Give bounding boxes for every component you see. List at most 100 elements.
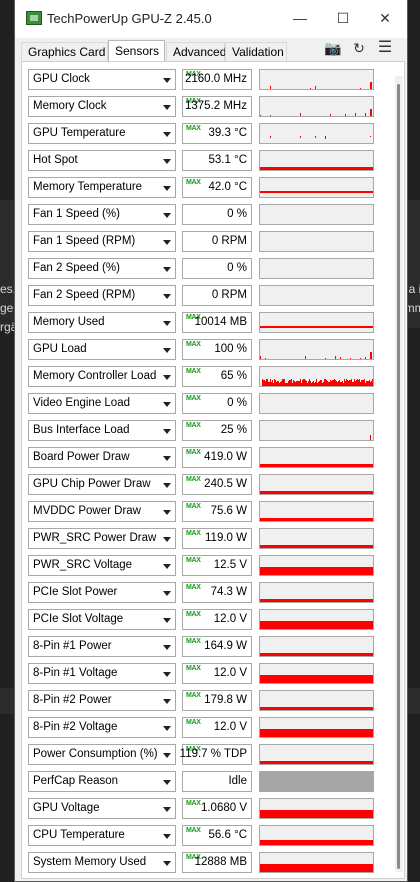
dropdown-arrow-icon[interactable]: [163, 78, 171, 83]
sensor-graph[interactable]: [259, 123, 374, 144]
sensor-graph[interactable]: [259, 825, 374, 846]
sensor-name-select[interactable]: Power Consumption (%): [28, 744, 176, 765]
sensor-name-select[interactable]: GPU Voltage: [28, 798, 176, 819]
dropdown-arrow-icon[interactable]: [163, 375, 171, 380]
sensor-name-select[interactable]: MVDDC Power Draw: [28, 501, 176, 522]
dropdown-arrow-icon[interactable]: [163, 672, 171, 677]
dropdown-arrow-icon[interactable]: [163, 618, 171, 623]
sensor-graph[interactable]: [259, 420, 374, 441]
sensor-graph[interactable]: [259, 528, 374, 549]
tab-sensors[interactable]: Sensors: [108, 40, 165, 62]
dropdown-arrow-icon[interactable]: [163, 564, 171, 569]
dropdown-arrow-icon[interactable]: [163, 834, 171, 839]
dropdown-arrow-icon[interactable]: [163, 294, 171, 299]
dropdown-arrow-icon[interactable]: [163, 753, 171, 758]
sensor-graph[interactable]: [259, 339, 374, 360]
sensor-name-select[interactable]: PCIe Slot Power: [28, 582, 176, 603]
dropdown-arrow-icon[interactable]: [163, 159, 171, 164]
sensor-graph[interactable]: [259, 366, 374, 387]
tab-validation[interactable]: Validation: [225, 42, 287, 61]
sensor-graph[interactable]: [259, 177, 374, 198]
dropdown-arrow-icon[interactable]: [163, 699, 171, 704]
dropdown-arrow-icon[interactable]: [163, 726, 171, 731]
sensor-name-select[interactable]: 8-Pin #2 Power: [28, 690, 176, 711]
dropdown-arrow-icon[interactable]: [163, 456, 171, 461]
dropdown-arrow-icon[interactable]: [163, 483, 171, 488]
sensor-graph[interactable]: [259, 798, 374, 819]
sensor-graph[interactable]: [259, 312, 374, 333]
sensor-graph[interactable]: [259, 501, 374, 522]
sensor-graph[interactable]: [259, 555, 374, 576]
sensor-name-select[interactable]: GPU Temperature: [28, 123, 176, 144]
dropdown-arrow-icon[interactable]: [163, 213, 171, 218]
sensor-name-select[interactable]: GPU Clock: [28, 69, 176, 90]
sensor-graph[interactable]: [259, 258, 374, 279]
sensor-name-select[interactable]: PWR_SRC Voltage: [28, 555, 176, 576]
sensor-name-select[interactable]: Fan 1 Speed (%): [28, 204, 176, 225]
sensor-graph[interactable]: [259, 393, 374, 414]
minimize-icon[interactable]: —: [288, 8, 312, 28]
sensor-graph[interactable]: [259, 744, 374, 765]
camera-icon[interactable]: 📷: [324, 40, 342, 56]
sensor-name-select[interactable]: Memory Used: [28, 312, 176, 333]
sensor-name-select[interactable]: Memory Clock: [28, 96, 176, 117]
sensor-name-select[interactable]: Memory Controller Load: [28, 366, 176, 387]
dropdown-arrow-icon[interactable]: [163, 240, 171, 245]
dropdown-arrow-icon[interactable]: [163, 186, 171, 191]
dropdown-arrow-icon[interactable]: [163, 591, 171, 596]
dropdown-arrow-icon[interactable]: [163, 780, 171, 785]
sensor-graph[interactable]: [259, 150, 374, 171]
sensor-name-select[interactable]: System Memory Used: [28, 852, 176, 873]
sensor-name-select[interactable]: PCIe Slot Voltage: [28, 609, 176, 630]
sensor-graph[interactable]: [259, 285, 374, 306]
sensor-graph[interactable]: [259, 231, 374, 252]
dropdown-arrow-icon[interactable]: [163, 645, 171, 650]
sensor-graph[interactable]: [259, 204, 374, 225]
dropdown-arrow-icon[interactable]: [163, 267, 171, 272]
sensor-graph[interactable]: [259, 771, 374, 792]
sensor-name-select[interactable]: Board Power Draw: [28, 447, 176, 468]
sensor-name-select[interactable]: GPU Chip Power Draw: [28, 474, 176, 495]
sensor-graph[interactable]: [259, 663, 374, 684]
scrollbar-thumb[interactable]: [397, 84, 400, 869]
tab-advanced[interactable]: Advanced: [166, 42, 226, 61]
sensor-name-select[interactable]: PerfCap Reason: [28, 771, 176, 792]
sensor-graph[interactable]: [259, 636, 374, 657]
dropdown-arrow-icon[interactable]: [163, 861, 171, 866]
menu-icon[interactable]: ☰: [376, 40, 394, 56]
sensor-name-select[interactable]: Fan 1 Speed (RPM): [28, 231, 176, 252]
sensor-name-select[interactable]: 8-Pin #2 Voltage: [28, 717, 176, 738]
sensor-graph[interactable]: [259, 96, 374, 117]
sensor-graph[interactable]: [259, 447, 374, 468]
sensor-graph[interactable]: [259, 690, 374, 711]
close-icon[interactable]: ✕: [373, 8, 397, 28]
sensor-name-select[interactable]: Hot Spot: [28, 150, 176, 171]
dropdown-arrow-icon[interactable]: [163, 402, 171, 407]
dropdown-arrow-icon[interactable]: [163, 321, 171, 326]
dropdown-arrow-icon[interactable]: [163, 429, 171, 434]
sensor-name-select[interactable]: CPU Temperature: [28, 825, 176, 846]
sensor-name-select[interactable]: Fan 2 Speed (%): [28, 258, 176, 279]
sensor-graph[interactable]: [259, 474, 374, 495]
scrollbar[interactable]: [395, 76, 403, 872]
sensor-name-select[interactable]: 8-Pin #1 Power: [28, 636, 176, 657]
dropdown-arrow-icon[interactable]: [163, 807, 171, 812]
sensor-graph[interactable]: [259, 582, 374, 603]
maximize-icon[interactable]: ☐: [331, 8, 355, 28]
dropdown-arrow-icon[interactable]: [163, 348, 171, 353]
sensor-graph[interactable]: [259, 852, 374, 873]
sensor-name-select[interactable]: PWR_SRC Power Draw: [28, 528, 176, 549]
sensor-name-select[interactable]: Video Engine Load: [28, 393, 176, 414]
sensor-name-select[interactable]: Memory Temperature: [28, 177, 176, 198]
refresh-icon[interactable]: ↻: [350, 40, 368, 56]
sensor-graph[interactable]: [259, 609, 374, 630]
sensor-graph[interactable]: [259, 69, 374, 90]
sensor-name-select[interactable]: Bus Interface Load: [28, 420, 176, 441]
tab-graphics-card[interactable]: Graphics Card: [21, 42, 108, 61]
sensor-name-select[interactable]: GPU Load: [28, 339, 176, 360]
dropdown-arrow-icon[interactable]: [163, 132, 171, 137]
dropdown-arrow-icon[interactable]: [163, 105, 171, 110]
dropdown-arrow-icon[interactable]: [163, 510, 171, 515]
dropdown-arrow-icon[interactable]: [163, 537, 171, 542]
sensor-graph[interactable]: [259, 717, 374, 738]
